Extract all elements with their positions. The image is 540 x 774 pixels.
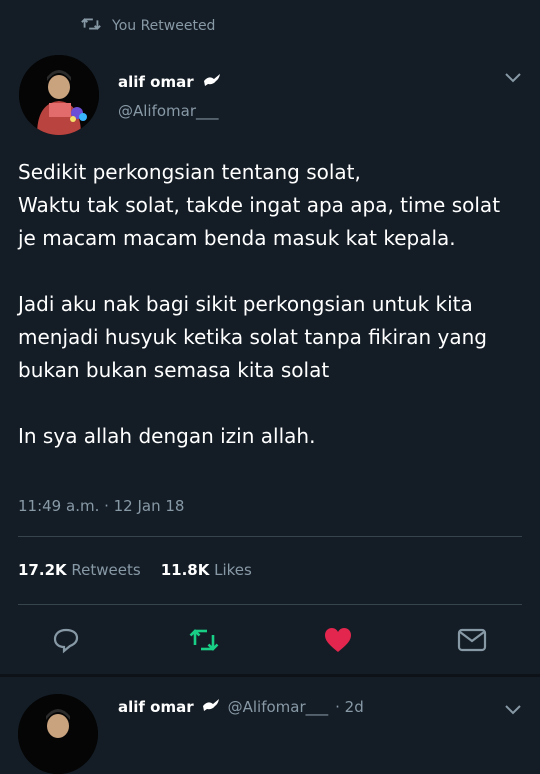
tweet-paragraph: Sedikit perkongsian tentang solat, Waktu…	[18, 160, 501, 250]
author-name[interactable]: alif omar	[118, 698, 194, 716]
retweet-icon	[80, 16, 102, 36]
message-button[interactable]	[454, 622, 490, 658]
chevron-down-icon[interactable]	[502, 700, 524, 718]
retweet-banner-text: You Retweeted	[112, 18, 216, 34]
next-tweet-header: alif omar @Alifomar___ · 2d	[118, 697, 364, 717]
author-handle[interactable]: @Alifomar___	[228, 698, 329, 716]
retweets-stat[interactable]: 17.2K Retweets	[18, 561, 141, 579]
tweet-time: · 2d	[335, 698, 364, 716]
avatar[interactable]	[19, 55, 99, 135]
tweet-timestamp[interactable]: 11:49 a.m. · 12 Jan 18	[18, 497, 184, 515]
avatar[interactable]	[18, 694, 98, 774]
tweet-paragraph: Jadi aku nak bagi sikit perkongsian untu…	[18, 292, 487, 382]
likes-label: Likes	[214, 561, 252, 579]
message-icon	[457, 628, 487, 652]
tweet-separator	[0, 674, 540, 677]
tweet-stats: 17.2K Retweets 11.8K Likes	[18, 561, 252, 579]
tweet-text: Sedikit perkongsian tentang solat, Waktu…	[18, 156, 523, 453]
reply-icon	[53, 628, 79, 654]
author-name[interactable]: alif omar	[118, 73, 194, 91]
dove-icon	[202, 72, 222, 92]
dove-icon	[201, 697, 221, 717]
retweets-label: Retweets	[71, 561, 141, 579]
chevron-down-icon[interactable]	[502, 68, 524, 86]
likes-stat[interactable]: 11.8K Likes	[161, 561, 252, 579]
retweets-count: 17.2K	[18, 561, 67, 579]
divider	[18, 536, 522, 537]
retweet-banner: You Retweeted	[80, 16, 215, 36]
action-bar	[0, 622, 540, 658]
author-name-row[interactable]: alif omar	[118, 72, 222, 92]
author-handle[interactable]: @Alifomar___	[118, 102, 219, 120]
tweet-paragraph: In sya allah dengan izin allah.	[18, 424, 316, 448]
reply-button[interactable]	[48, 622, 84, 658]
likes-count: 11.8K	[160, 561, 210, 579]
divider	[18, 604, 522, 605]
like-button[interactable]	[320, 622, 356, 658]
retweet-button[interactable]	[186, 622, 222, 658]
like-icon	[325, 628, 351, 652]
retweet-icon	[189, 629, 219, 651]
